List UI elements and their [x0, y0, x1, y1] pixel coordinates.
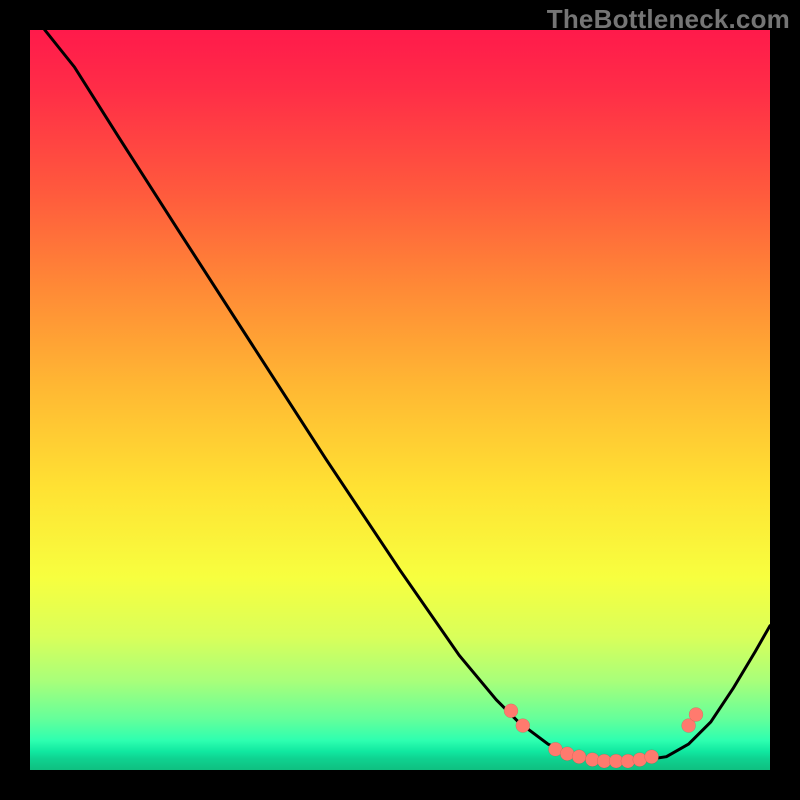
chart-stage: TheBottleneck.com	[0, 0, 800, 800]
highlight-dot	[504, 704, 518, 718]
highlight-dot	[645, 750, 659, 764]
plot-area	[30, 30, 770, 770]
attribution-label: TheBottleneck.com	[547, 6, 790, 32]
curve-line	[45, 30, 770, 761]
highlight-dot	[516, 719, 530, 733]
chart-svg	[30, 30, 770, 770]
highlight-dot	[572, 750, 586, 764]
highlight-dot	[689, 708, 703, 722]
highlight-dot	[560, 747, 574, 761]
highlight-dots-group	[504, 704, 703, 768]
